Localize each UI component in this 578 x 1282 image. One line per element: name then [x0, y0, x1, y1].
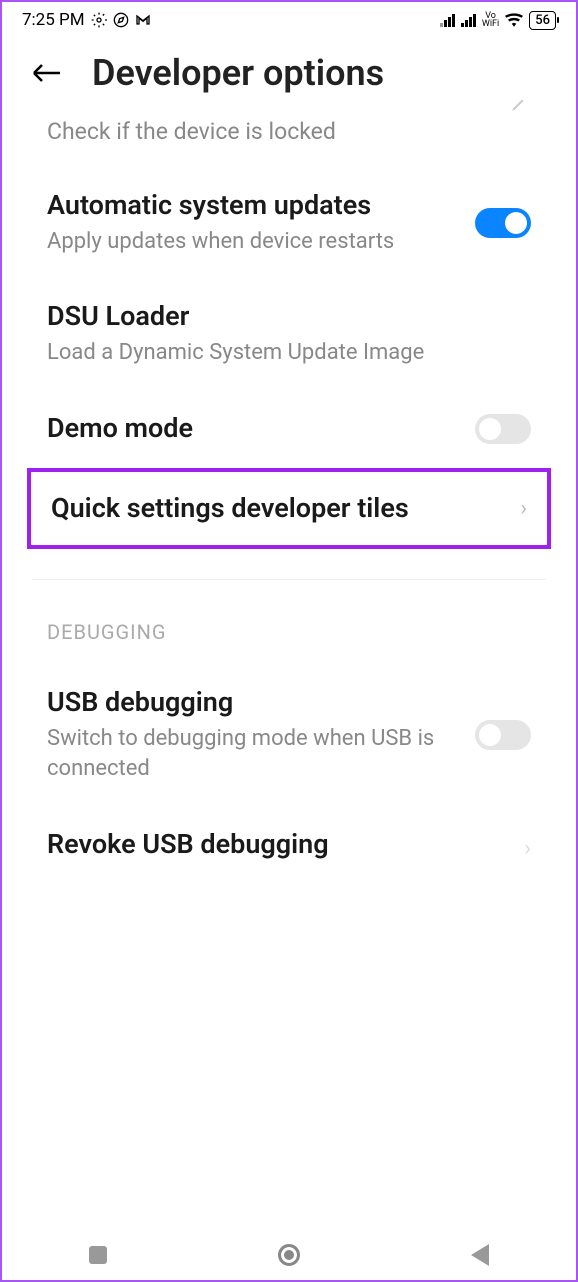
setting-title: Quick settings developer tiles [51, 492, 500, 526]
setting-title: USB debugging [47, 686, 455, 720]
compass-icon [113, 12, 129, 28]
gmail-icon [135, 12, 151, 28]
dsu-loader-row[interactable]: DSU Loader Load a Dynamic System Update … [22, 278, 556, 389]
vowifi-icon: Vo WiFi [482, 12, 499, 28]
page-title: Developer options [92, 52, 384, 94]
lock-check-row[interactable]: Check if the device is locked [22, 104, 556, 167]
status-left: 7:25 PM [22, 10, 151, 30]
recents-button[interactable] [83, 1240, 113, 1270]
setting-subtitle: Check if the device is locked [47, 116, 531, 147]
setting-title: DSU Loader [47, 300, 511, 334]
setting-title: Demo mode [47, 412, 455, 446]
navigation-bar [2, 1230, 576, 1280]
status-time: 7:25 PM [22, 10, 85, 30]
revoke-usb-row[interactable]: Revoke USB debugging › [22, 806, 556, 917]
auto-updates-toggle[interactable] [475, 208, 531, 238]
battery-icon: 56 [529, 11, 556, 30]
chevron-right-icon: › [524, 836, 531, 861]
back-arrow-icon[interactable] [32, 63, 62, 83]
settings-list: Check if the device is locked Automatic … [2, 104, 576, 916]
debugging-section-header: DEBUGGING [22, 580, 556, 664]
demo-mode-toggle[interactable] [475, 414, 531, 444]
demo-mode-row[interactable]: Demo mode [22, 390, 556, 468]
auto-updates-row[interactable]: Automatic system updates Apply updates w… [22, 167, 556, 278]
settings-gear-icon [91, 12, 107, 28]
usb-debugging-row[interactable]: USB debugging Switch to debugging mode w… [22, 664, 556, 805]
usb-debugging-toggle[interactable] [475, 720, 531, 750]
signal-icon [440, 13, 455, 27]
setting-title: Automatic system updates [47, 189, 455, 223]
back-button[interactable] [465, 1240, 495, 1270]
setting-title: Revoke USB debugging [47, 828, 504, 862]
wifi-icon [505, 13, 523, 27]
status-bar: 7:25 PM Vo WiFi 56 [2, 2, 576, 34]
setting-subtitle: Switch to debugging mode when USB is con… [47, 724, 455, 783]
chevron-right-icon: › [520, 496, 527, 521]
home-button[interactable] [274, 1240, 304, 1270]
setting-subtitle: Load a Dynamic System Update Image [47, 338, 511, 368]
quick-tiles-row[interactable]: Quick settings developer tiles › [31, 472, 547, 546]
header: Developer options [2, 34, 576, 104]
signal-icon-2 [461, 13, 476, 27]
setting-subtitle: Apply updates when device restarts [47, 227, 455, 257]
pencil-icon [510, 94, 528, 118]
quick-tiles-highlight: Quick settings developer tiles › [27, 468, 551, 550]
status-right: Vo WiFi 56 [440, 11, 556, 30]
